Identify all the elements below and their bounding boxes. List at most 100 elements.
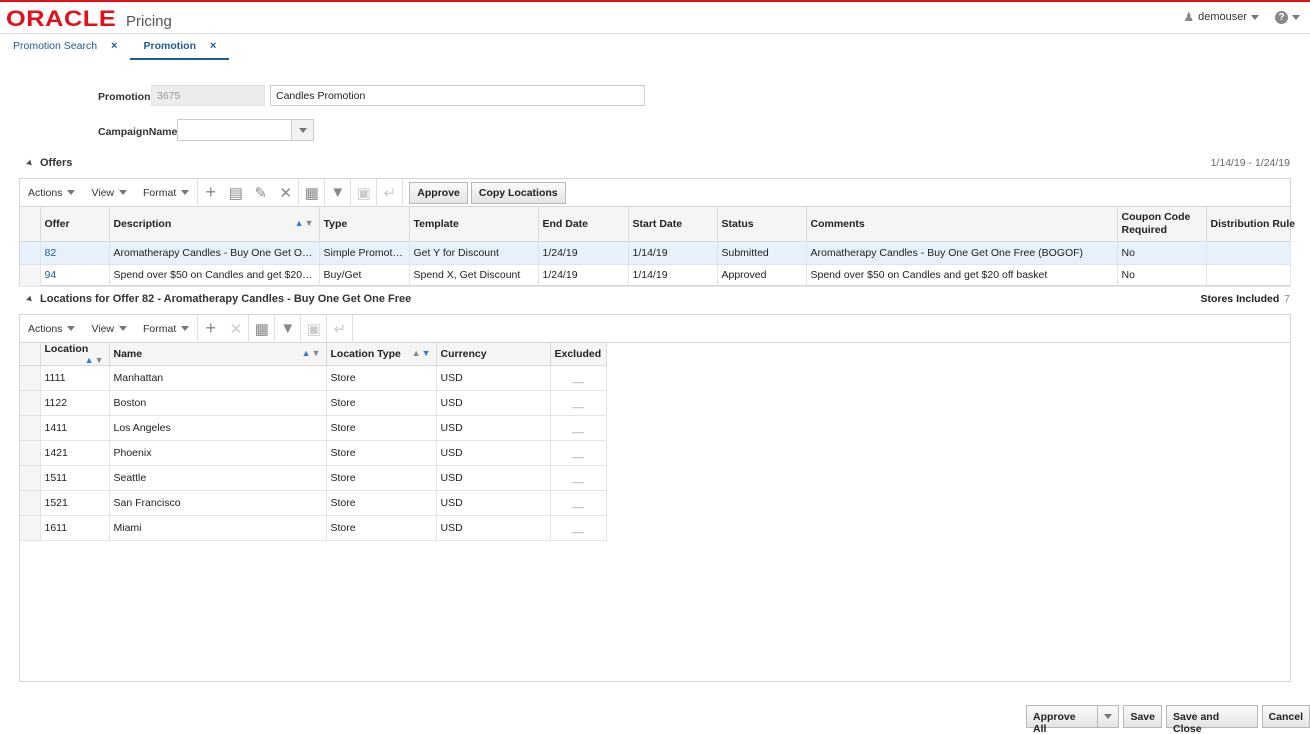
- chevron-down-icon: [181, 190, 190, 195]
- filter-icon[interactable]: ▼: [275, 320, 300, 337]
- save-and-close-button[interactable]: Save and Close: [1166, 705, 1258, 734]
- cell-name: Seattle: [109, 465, 327, 491]
- column-header-type[interactable]: Type: [319, 207, 410, 242]
- row-selector[interactable]: [20, 440, 41, 466]
- sort-icon[interactable]: ▲▼: [412, 348, 432, 358]
- sort-icon[interactable]: ▲▼: [85, 355, 105, 365]
- row-selector[interactable]: [20, 490, 41, 516]
- delete-icon[interactable]: ✕: [273, 184, 298, 202]
- table-row[interactable]: 1111 Manhattan Store USD __: [20, 365, 607, 391]
- collapse-icon[interactable]: [26, 159, 34, 167]
- view-menu[interactable]: View: [83, 323, 135, 335]
- cell-end-date: 1/24/19: [538, 241, 629, 265]
- filter-icon[interactable]: ▼: [325, 184, 350, 201]
- cell-location-type: Store: [326, 365, 437, 391]
- column-header-start-date[interactable]: Start Date: [628, 207, 718, 242]
- table-row[interactable]: 1511 Seattle Store USD __: [20, 465, 607, 491]
- chevron-down-icon[interactable]: [1251, 14, 1259, 20]
- actions-menu[interactable]: Actions: [20, 323, 83, 335]
- column-header-description[interactable]: Description ▲▼: [109, 207, 320, 242]
- detach-icon[interactable]: ▣: [351, 184, 376, 202]
- approve-button[interactable]: Approve: [409, 181, 468, 204]
- row-selector[interactable]: [20, 241, 41, 265]
- dropdown-button[interactable]: [291, 120, 313, 140]
- column-header-template[interactable]: Template: [409, 207, 539, 242]
- approve-all-dropdown[interactable]: [1098, 705, 1120, 728]
- format-menu[interactable]: Format: [135, 187, 197, 199]
- excluded-checkbox[interactable]: __: [550, 465, 607, 491]
- wrap-icon[interactable]: ↵: [377, 184, 402, 202]
- column-header-coupon[interactable]: Coupon Code Required: [1117, 207, 1207, 242]
- table-row[interactable]: 1521 San Francisco Store USD __: [20, 490, 607, 516]
- cell-distribution-rule: [1206, 241, 1291, 265]
- column-header-location[interactable]: Location ▲▼: [40, 343, 110, 366]
- row-selector[interactable]: [20, 415, 41, 441]
- excluded-checkbox[interactable]: __: [550, 365, 607, 391]
- approve-all-button[interactable]: Approve All: [1026, 705, 1099, 734]
- table-row[interactable]: 1611 Miami Store USD __: [20, 515, 607, 541]
- column-header-excluded[interactable]: Excluded: [550, 343, 607, 366]
- column-header-offer[interactable]: Offer: [40, 207, 110, 242]
- excluded-checkbox[interactable]: __: [550, 390, 607, 416]
- table-row[interactable]: 82 Aromatherapy Candles - Buy One Get On…: [20, 241, 1291, 265]
- excluded-checkbox[interactable]: __: [550, 440, 607, 466]
- app-brand: ORACLE Pricing: [6, 6, 172, 31]
- row-selector[interactable]: [20, 465, 41, 491]
- tab-promotion-search[interactable]: Promotion Search ×: [0, 34, 130, 60]
- offer-link[interactable]: 82: [40, 241, 110, 265]
- duplicate-icon[interactable]: ▤: [223, 184, 248, 202]
- column-header-end-date[interactable]: End Date: [538, 207, 629, 242]
- calendar-icon[interactable]: ▦: [299, 184, 324, 202]
- column-header-currency[interactable]: Currency: [436, 343, 551, 366]
- promotion-name-input[interactable]: Candles Promotion: [270, 85, 645, 106]
- collapse-icon[interactable]: [26, 295, 34, 303]
- add-icon[interactable]: +: [198, 182, 223, 203]
- user-area: ♟ demouser ?: [1183, 10, 1300, 24]
- sort-icon[interactable]: ▲▼: [295, 218, 315, 228]
- column-header-comments[interactable]: Comments: [806, 207, 1118, 242]
- offers-header[interactable]: Offers: [26, 157, 72, 169]
- row-selector[interactable]: [20, 390, 41, 416]
- sort-icon[interactable]: ▲▼: [302, 348, 322, 358]
- tab-promotion[interactable]: Promotion ×: [130, 34, 230, 60]
- wrap-icon[interactable]: ↵: [327, 320, 352, 338]
- column-header-location-type[interactable]: Location Type ▲▼: [326, 343, 437, 366]
- close-icon[interactable]: ×: [210, 40, 216, 58]
- excluded-checkbox[interactable]: __: [550, 515, 607, 541]
- row-selector[interactable]: [20, 264, 41, 287]
- format-menu[interactable]: Format: [135, 323, 197, 335]
- cancel-button[interactable]: Cancel: [1261, 705, 1310, 728]
- excluded-checkbox[interactable]: __: [550, 490, 607, 516]
- chevron-down-icon: [181, 326, 190, 331]
- help-icon[interactable]: ?: [1275, 10, 1288, 24]
- table-row[interactable]: 1122 Boston Store USD __: [20, 390, 607, 416]
- locations-header-row: Location ▲▼ Name ▲▼ Location Type ▲▼ Curren…: [20, 343, 607, 366]
- actions-menu[interactable]: Actions: [20, 187, 83, 199]
- user-menu[interactable]: demouser: [1198, 11, 1247, 23]
- delete-icon[interactable]: ✕: [223, 320, 248, 338]
- edit-icon[interactable]: ✎: [248, 184, 273, 202]
- chevron-down-icon: [119, 326, 128, 331]
- cell-location: 1411: [40, 415, 110, 441]
- column-header-name[interactable]: Name ▲▼: [109, 343, 327, 366]
- stores-included: Stores Included 7: [1200, 293, 1290, 305]
- column-header-status[interactable]: Status: [717, 207, 807, 242]
- column-header-distribution-rule[interactable]: Distribution Rule: [1206, 207, 1295, 242]
- view-menu[interactable]: View: [83, 187, 135, 199]
- locations-header[interactable]: Locations for Offer 82 - Aromatherapy Ca…: [26, 293, 411, 305]
- detach-icon[interactable]: ▣: [301, 320, 326, 338]
- table-row[interactable]: 94 Spend over $50 on Candles and get $20…: [20, 264, 1291, 287]
- copy-locations-button[interactable]: Copy Locations: [470, 181, 566, 204]
- excluded-checkbox[interactable]: __: [550, 415, 607, 441]
- table-row[interactable]: 1421 Phoenix Store USD __: [20, 440, 607, 466]
- row-selector[interactable]: [20, 365, 41, 391]
- close-icon[interactable]: ×: [111, 40, 117, 60]
- row-selector[interactable]: [20, 515, 41, 541]
- add-icon[interactable]: +: [198, 318, 223, 339]
- table-row[interactable]: 1411 Los Angeles Store USD __: [20, 415, 607, 441]
- offer-link[interactable]: 94: [40, 264, 110, 287]
- save-button[interactable]: Save: [1123, 705, 1162, 728]
- calendar-icon[interactable]: ▦: [249, 320, 274, 338]
- chevron-down-icon[interactable]: [1292, 14, 1300, 20]
- campaign-select[interactable]: [177, 119, 314, 141]
